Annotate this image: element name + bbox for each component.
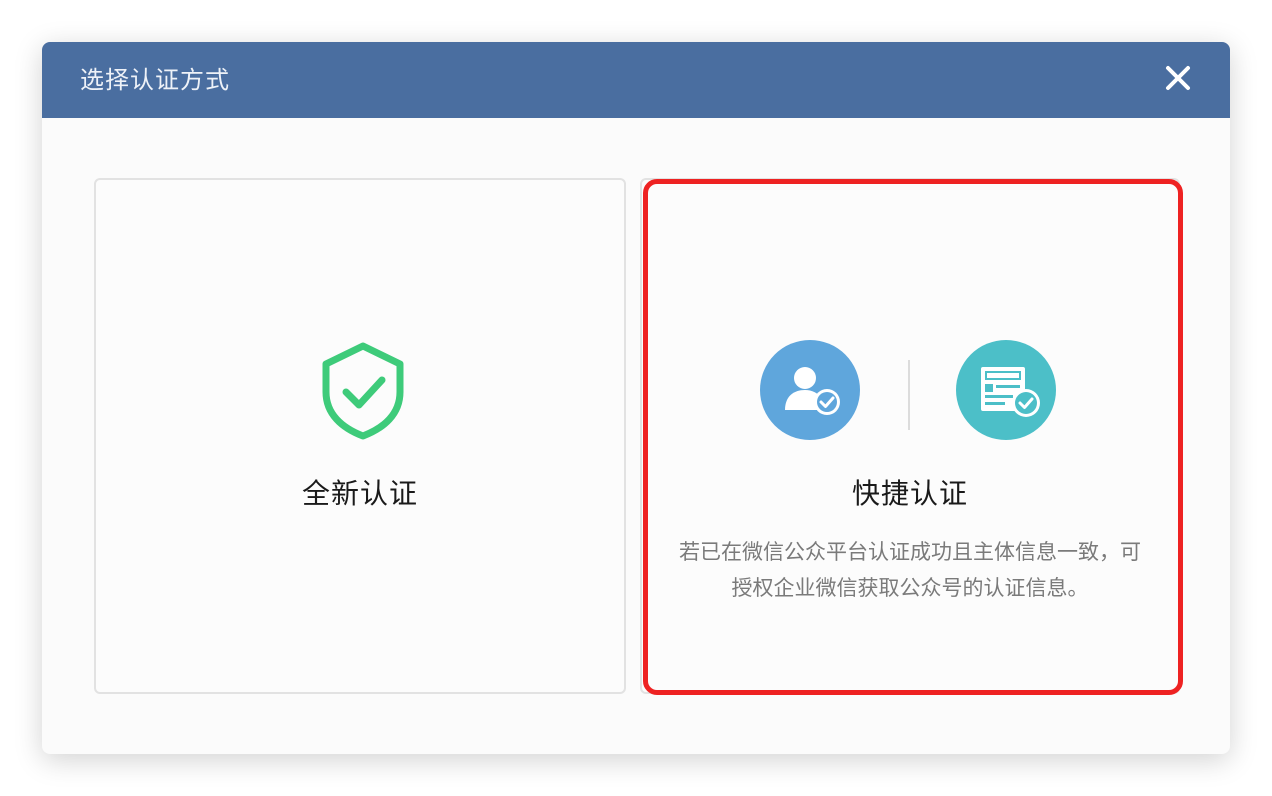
user-verify-icon: [760, 340, 860, 440]
close-icon: [1166, 66, 1190, 90]
close-button[interactable]: [1162, 62, 1194, 94]
quick-auth-card[interactable]: 快捷认证 若已在微信公众平台认证成功且主体信息一致，可 授权企业微信获取公众号的…: [640, 178, 1180, 694]
document-verify-icon: [956, 340, 1056, 440]
quick-auth-description-line1: 若已在微信公众平台认证成功且主体信息一致，可: [679, 540, 1141, 564]
quick-auth-description: 若已在微信公众平台认证成功且主体信息一致，可 授权企业微信获取公众号的认证信息。: [642, 534, 1178, 606]
quick-auth-description-line2: 授权企业微信获取公众号的认证信息。: [731, 576, 1089, 600]
new-auth-title: 全新认证: [301, 477, 418, 510]
quick-auth-title: 快捷认证: [851, 477, 968, 510]
shield-check-icon: [322, 342, 404, 440]
dialog-title: 选择认证方式: [80, 66, 230, 94]
auth-method-dialog: 选择认证方式 全新认证 快捷认证 若已在微信公众平台认证成功且主体信息一致，可 …: [42, 42, 1230, 754]
dialog-header: 选择认证方式: [42, 42, 1230, 118]
new-auth-card[interactable]: 全新认证: [94, 178, 626, 694]
icon-divider: [908, 360, 910, 430]
